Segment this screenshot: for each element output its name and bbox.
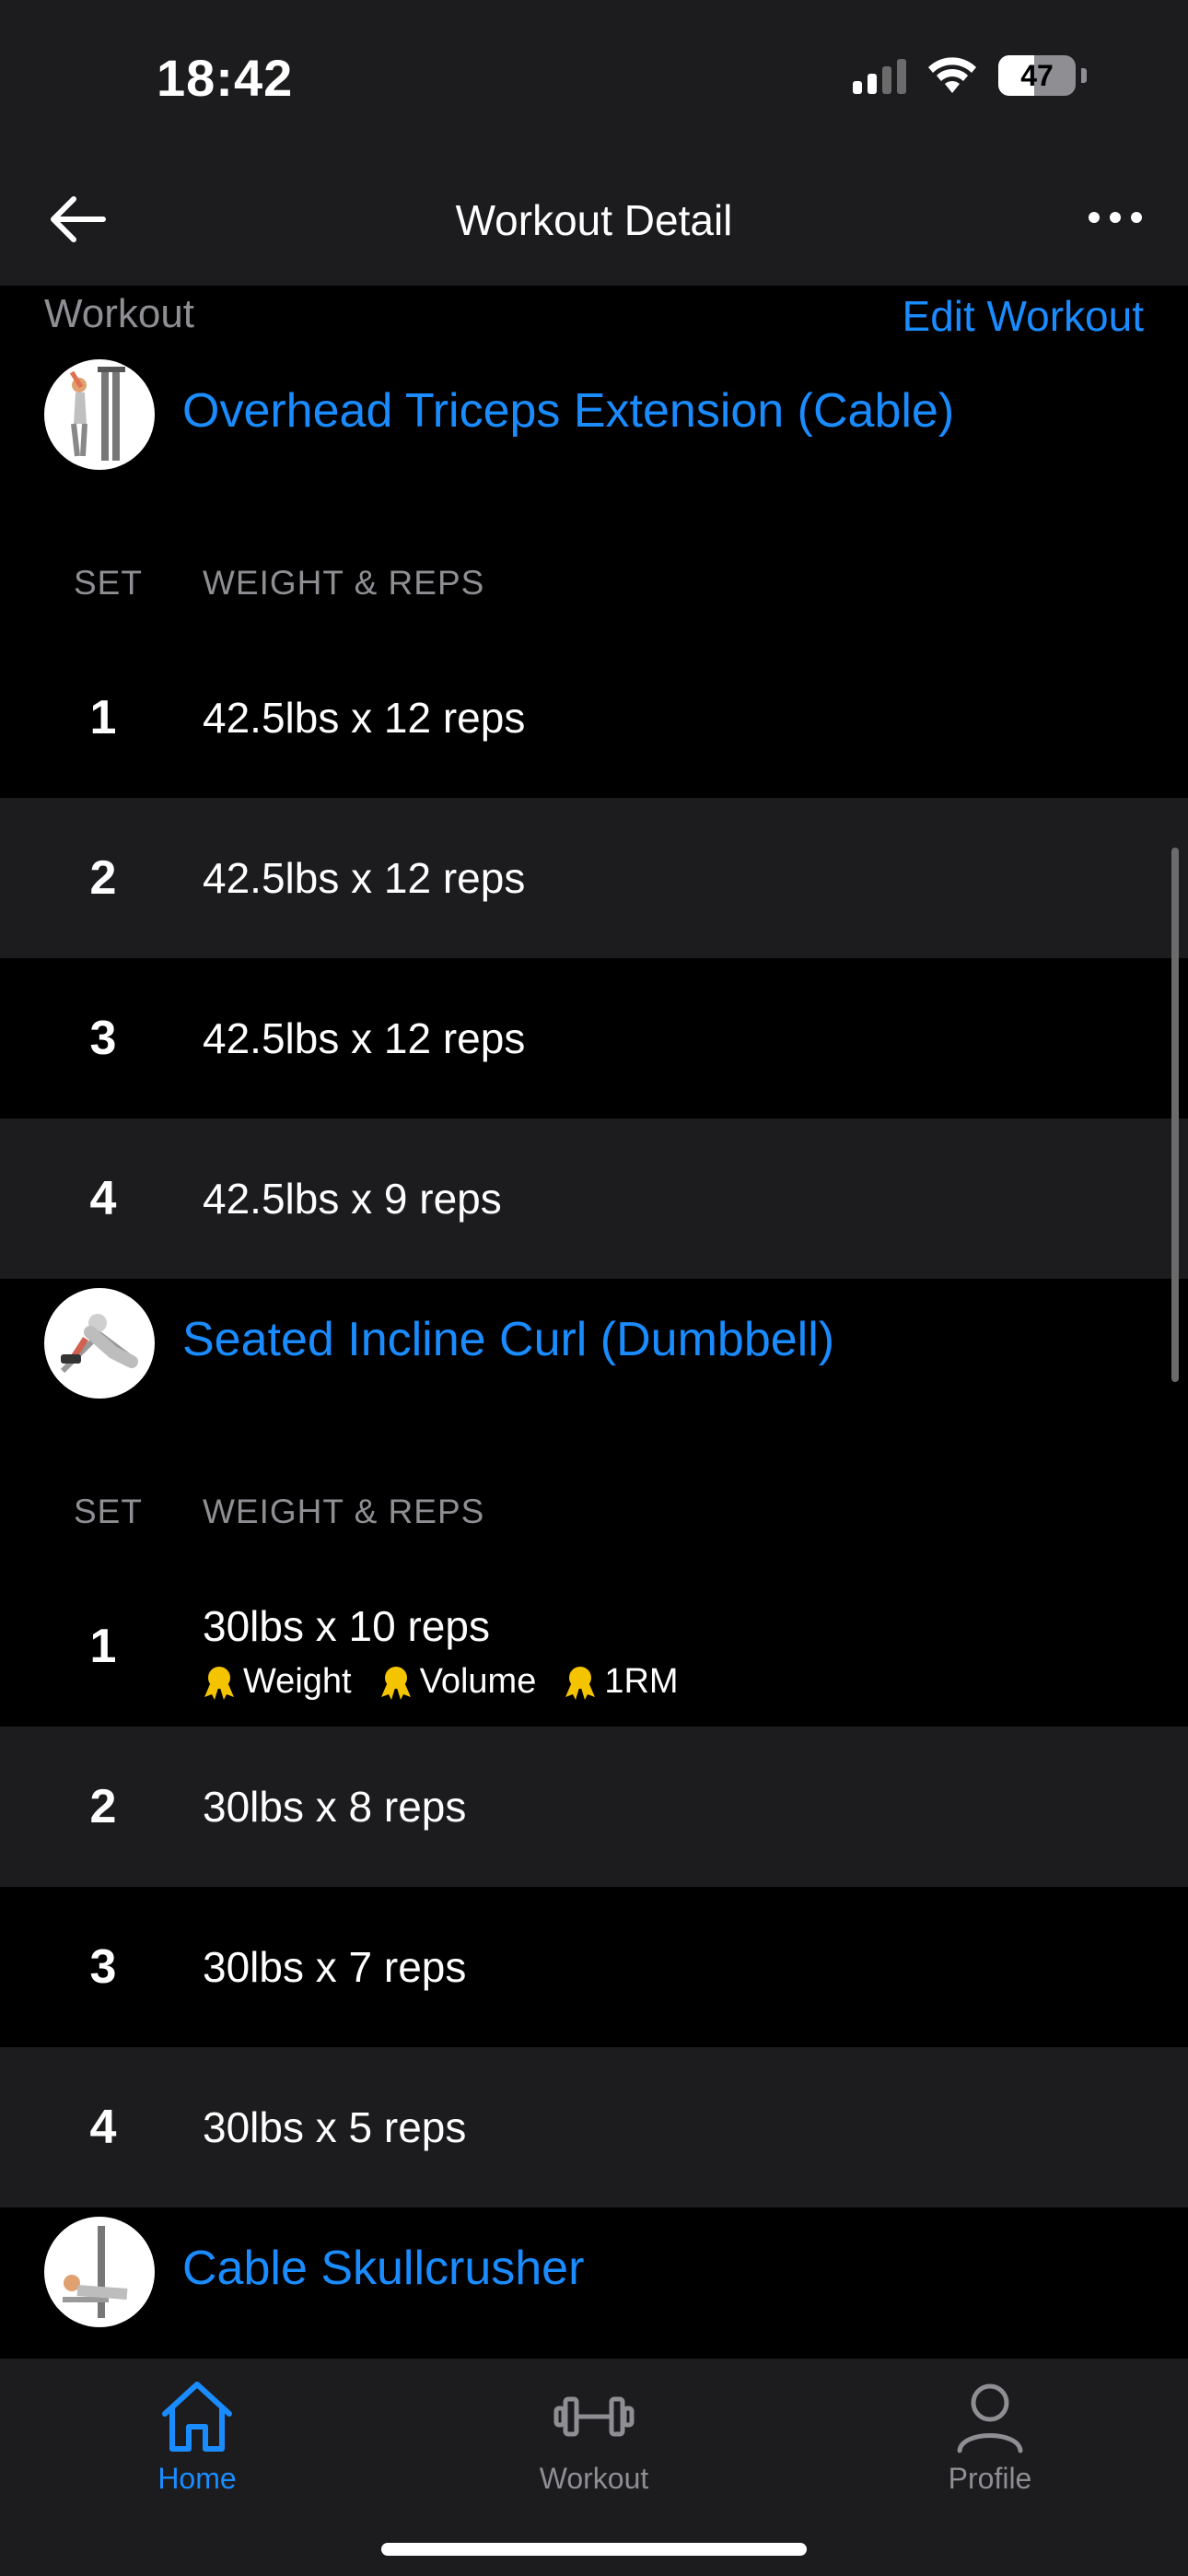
tab-label: Profile <box>948 2462 1032 2495</box>
home-icon <box>162 2382 232 2452</box>
person-icon <box>957 2383 1023 2453</box>
weight-reps-column-label: WEIGHT & REPS <box>203 564 485 602</box>
set-row: 3 30lbs x 7 reps <box>0 1887 1188 2047</box>
medal-icon <box>380 1666 411 1700</box>
set-number: 2 <box>89 1780 117 1833</box>
set-row: 2 30lbs x 8 reps <box>0 1727 1188 1887</box>
exercise-name[interactable]: Overhead Triceps Extension (Cable) <box>182 383 954 439</box>
set-weight-reps: 30lbs x 10 reps <box>203 1602 490 1650</box>
scroll-indicator[interactable] <box>1171 848 1179 1382</box>
status-icons: 47 <box>853 55 1087 96</box>
tab-home[interactable]: Home <box>105 2375 289 2496</box>
exercise-header[interactable]: Seated Incline Curl (Dumbbell) <box>0 1279 1188 1406</box>
section-label: Workout <box>44 291 195 336</box>
set-row: 4 30lbs x 5 reps <box>0 2047 1188 2207</box>
pr-badges: Weight Volume 1RM <box>201 1662 679 1702</box>
nav-bar: Workout Detail <box>0 147 1188 286</box>
page-title: Workout Detail <box>455 196 733 244</box>
tab-profile[interactable]: Profile <box>898 2375 1082 2496</box>
battery-icon: 47 <box>998 55 1076 96</box>
pr-label: 1RM <box>604 1662 679 1701</box>
set-column-label: SET <box>74 1493 143 1530</box>
exercise-header[interactable]: Overhead Triceps Extension (Cable) <box>0 350 1188 477</box>
pr-label: Volume <box>419 1662 537 1701</box>
set-weight-reps: 42.5lbs x 9 reps <box>203 1175 502 1223</box>
set-row: 1 30lbs x 10 reps Weight Volume 1RM <box>0 1566 1188 1727</box>
set-number: 2 <box>89 851 117 905</box>
weight-reps-column-label: WEIGHT & REPS <box>203 1493 485 1530</box>
ellipsis-icon[interactable] <box>1089 212 1142 223</box>
set-number: 3 <box>89 1940 117 1994</box>
set-column-label: SET <box>74 564 143 602</box>
pr-badge: Weight <box>201 1662 352 1702</box>
cellular-signal-icon <box>853 57 906 94</box>
set-row: 2 42.5lbs x 12 reps <box>0 798 1188 958</box>
workout-detail-content: Workout Edit Workout Overhead Triceps Ex… <box>0 286 1188 2335</box>
set-row: 4 42.5lbs x 9 reps <box>0 1118 1188 1279</box>
medal-icon <box>565 1666 596 1700</box>
set-number: 1 <box>89 691 117 744</box>
set-number: 4 <box>89 2101 117 2154</box>
set-weight-reps: 42.5lbs x 12 reps <box>203 854 526 902</box>
tab-workout[interactable]: Workout <box>502 2375 686 2496</box>
dumbbell-icon <box>553 2396 635 2437</box>
wifi-icon <box>928 57 976 93</box>
set-weight-reps: 30lbs x 7 reps <box>203 1943 467 1991</box>
set-number: 3 <box>89 1012 117 1065</box>
status-time: 18:42 <box>157 49 294 107</box>
exercise-name[interactable]: Cable Skullcrusher <box>182 2241 584 2296</box>
exercise-thumbnail <box>44 1288 155 1399</box>
set-number: 4 <box>89 1172 117 1225</box>
pr-label: Weight <box>243 1662 352 1701</box>
exercise-thumbnail <box>44 359 155 470</box>
battery-level: 47 <box>1020 58 1054 92</box>
exercise-name[interactable]: Seated Incline Curl (Dumbbell) <box>182 1312 834 1367</box>
set-column-header: SET WEIGHT & REPS <box>0 477 1188 638</box>
set-number: 1 <box>89 1620 117 1673</box>
status-bar: 18:42 47 <box>0 0 1188 147</box>
set-column-header: SET WEIGHT & REPS <box>0 1406 1188 1566</box>
set-weight-reps: 42.5lbs x 12 reps <box>203 694 526 742</box>
set-weight-reps: 30lbs x 8 reps <box>203 1783 467 1831</box>
set-row: 1 42.5lbs x 12 reps <box>0 638 1188 798</box>
section-header: Workout Edit Workout <box>0 286 1188 350</box>
set-row: 3 42.5lbs x 12 reps <box>0 958 1188 1118</box>
tab-label: Workout <box>539 2462 649 2495</box>
set-weight-reps: 30lbs x 5 reps <box>203 2103 467 2151</box>
exercise-thumbnail <box>44 2217 155 2327</box>
pr-badge: Volume <box>378 1662 537 1702</box>
set-weight-reps: 42.5lbs x 12 reps <box>203 1014 526 1062</box>
pr-badge: 1RM <box>562 1662 679 1702</box>
home-indicator[interactable] <box>381 2543 807 2556</box>
edit-workout-button[interactable]: Edit Workout <box>903 291 1144 341</box>
medal-icon <box>204 1666 234 1700</box>
screen: 18:42 47 Workout Detail Workout Edit Wor… <box>0 0 1188 2576</box>
battery-cap <box>1081 68 1087 83</box>
exercise-header[interactable]: Cable Skullcrusher <box>0 2207 1188 2335</box>
tab-label: Home <box>157 2462 237 2495</box>
